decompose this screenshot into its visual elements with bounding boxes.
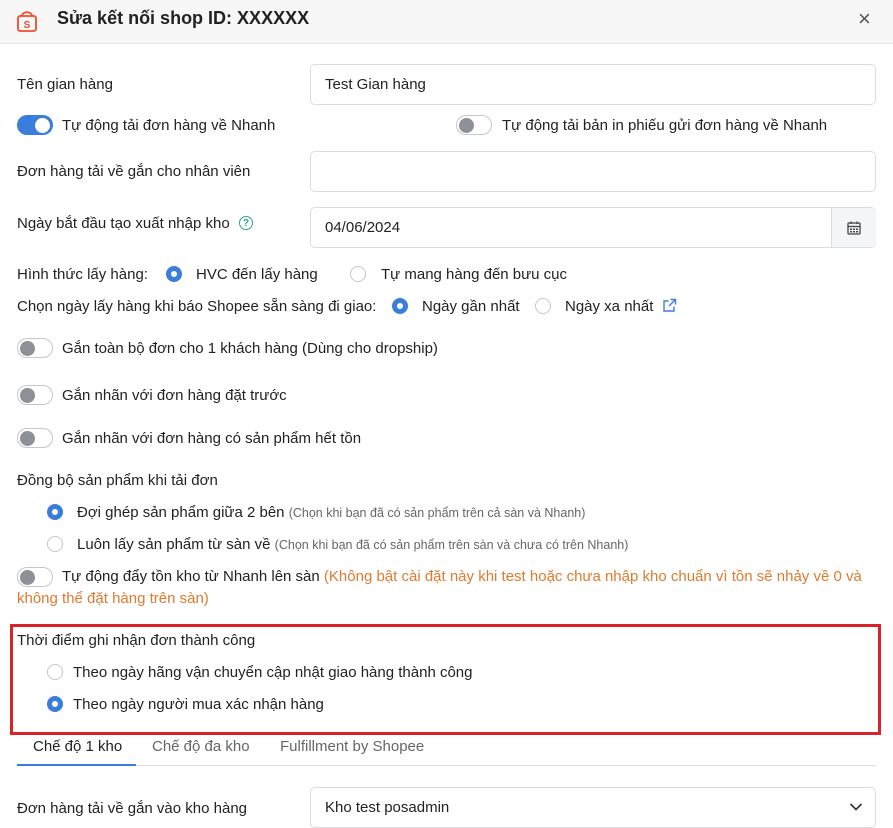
out-of-stock-tag-toggle[interactable] — [17, 428, 53, 448]
pickup-date-farthest-radio[interactable] — [535, 298, 551, 314]
auto-print-label: Tự động tải bản in phiếu gửi đơn hàng về… — [502, 117, 828, 134]
assign-staff-input[interactable] — [310, 151, 876, 192]
sync-products-label: Đồng bộ sản phẩm khi tải đơn — [17, 472, 218, 489]
svg-text:S: S — [24, 20, 31, 31]
pickup-option-hvc-label: HVC đến lấy hàng — [196, 266, 318, 283]
sync-from-marketplace-radio[interactable] — [47, 536, 63, 552]
warehouse-label: Đơn hàng tải về gắn vào kho hàng — [17, 800, 248, 817]
dialog-title: Sửa kết nối shop ID: XXXXXX — [57, 8, 310, 28]
push-stock-warning: (Không bật cài đặt này khi test hoặc chư… — [323, 568, 862, 585]
auto-download-toggle[interactable] — [17, 115, 53, 135]
start-date-label: Ngày bắt đầu tạo xuất nhập kho — [17, 215, 230, 232]
dropship-label: Gắn toàn bộ đơn cho 1 khách hàng (Dùng c… — [62, 340, 438, 357]
preorder-tag-toggle[interactable] — [17, 385, 53, 405]
tab-multi-warehouse[interactable]: Chế độ đa kho — [152, 738, 250, 755]
pickup-option-hvc-radio[interactable] — [166, 266, 182, 282]
sync-wait-match-option: Đợi ghép sản phẩm giữa 2 bên (Chọn khi b… — [77, 504, 585, 521]
tab-divider — [17, 765, 876, 766]
sync-wait-match-radio[interactable] — [47, 504, 63, 520]
assign-staff-label: Đơn hàng tải về gắn cho nhân viên — [17, 163, 251, 180]
success-time-carrier-label: Theo ngày hãng vận chuyển cập nhật giao … — [73, 664, 473, 681]
shopee-logo-icon: S — [16, 9, 38, 33]
success-time-buyer-label: Theo ngày người mua xác nhận hàng — [73, 696, 324, 713]
dropship-toggle[interactable] — [17, 338, 53, 358]
auto-download-label: Tự động tải đơn hàng về Nhanh — [62, 117, 276, 134]
pickup-option-self-radio[interactable] — [350, 266, 366, 282]
sync-from-marketplace-label: Luôn lấy sản phẩm từ sàn về — [77, 536, 271, 553]
pickup-date-nearest-label: Ngày gần nhất — [422, 298, 520, 315]
pickup-date-label: Chọn ngày lấy hàng khi báo Shopee sẵn sà… — [17, 298, 377, 315]
close-icon[interactable]: × — [858, 6, 871, 32]
push-stock-label: Tự động đẩy tồn kho từ Nhanh lên sàn — [62, 568, 320, 585]
tab-fulfillment-by-shopee[interactable]: Fulfillment by Shopee — [280, 738, 424, 755]
store-name-input[interactable]: Test Gian hàng — [310, 64, 876, 105]
pickup-label: Hình thức lấy hàng: — [17, 266, 148, 283]
tab-single-warehouse[interactable]: Chế độ 1 kho — [33, 738, 122, 755]
tab-active-indicator — [17, 764, 136, 766]
sync-from-marketplace-hint: (Chọn khi bạn đã có sản phẩm trên sàn và… — [274, 538, 629, 552]
start-date-value: 04/06/2024 — [325, 219, 401, 236]
sync-wait-match-hint: (Chọn khi bạn đã có sản phẩm trên cả sàn… — [288, 506, 586, 520]
pickup-date-nearest-radio[interactable] — [392, 298, 408, 314]
push-stock-line: Tự động đẩy tồn kho từ Nhanh lên sàn (Kh… — [62, 568, 862, 585]
success-time-buyer-radio[interactable] — [47, 696, 63, 712]
calendar-button[interactable] — [832, 208, 876, 247]
store-name-value: Test Gian hàng — [325, 76, 426, 93]
sync-from-marketplace-option: Luôn lấy sản phẩm từ sàn về (Chọn khi bạ… — [77, 536, 628, 553]
push-stock-warning-cont: không thể đặt hàng trên sàn) — [17, 590, 209, 607]
pickup-option-self-label: Tự mang hàng đến bưu cục — [381, 266, 568, 283]
out-of-stock-tag-label: Gắn nhãn với đơn hàng có sản phẩm hết tồ… — [62, 430, 362, 447]
warehouse-value: Kho test posadmin — [325, 799, 450, 816]
pickup-date-farthest-label: Ngày xa nhất — [565, 298, 654, 315]
chevron-down-icon — [849, 803, 863, 811]
success-time-carrier-radio[interactable] — [47, 664, 63, 680]
help-icon[interactable]: ? — [239, 216, 253, 230]
success-time-label: Thời điểm ghi nhận đơn thành công — [17, 632, 256, 649]
preorder-tag-label: Gắn nhãn với đơn hàng đặt trước — [62, 387, 287, 404]
external-link-icon[interactable] — [662, 298, 677, 313]
push-stock-toggle[interactable] — [17, 567, 53, 587]
auto-print-toggle[interactable] — [456, 115, 492, 135]
start-date-input[interactable]: 04/06/2024 — [310, 207, 876, 248]
sync-wait-match-label: Đợi ghép sản phẩm giữa 2 bên — [77, 504, 285, 521]
store-name-label: Tên gian hàng — [17, 76, 113, 93]
calendar-icon — [847, 221, 861, 235]
